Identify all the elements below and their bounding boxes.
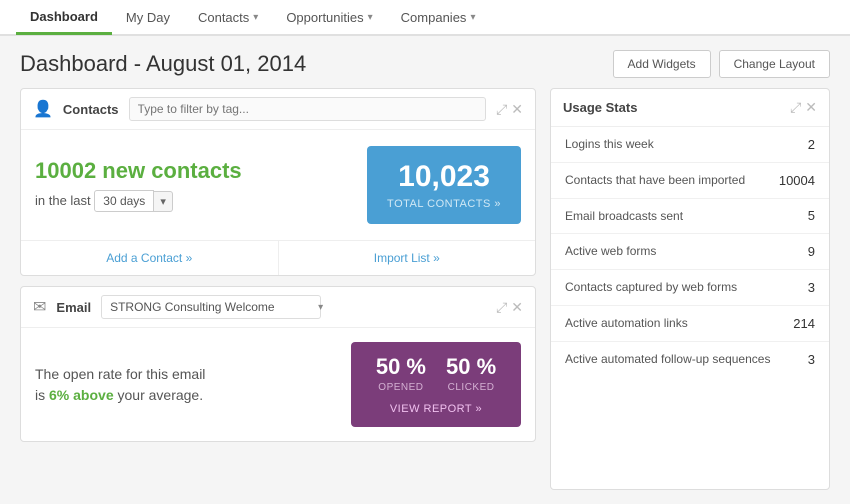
nav-dashboard[interactable]: Dashboard [16, 1, 112, 35]
nav-companies[interactable]: Companies ▾ [387, 2, 490, 33]
nav-myday[interactable]: My Day [112, 2, 184, 33]
days-dropdown-arrow[interactable]: ▾ [154, 191, 173, 212]
usage-stats-body: Logins this week 2 Contacts that have be… [551, 127, 829, 377]
total-contacts-number: 10,023 [387, 160, 501, 194]
expand-icon[interactable]: ⤢ [496, 299, 507, 316]
email-open-rate-text: The open rate for this email is 6% above… [35, 364, 335, 406]
usage-row-value: 3 [808, 352, 815, 367]
usage-row-label: Contacts that have been imported [565, 172, 779, 189]
usage-stats-row: Active web forms 9 [551, 234, 829, 270]
email-opened-pct: 50 % [376, 354, 426, 380]
email-widget-header: ✉ Email STRONG Consulting Welcome ▾ ⤢ ✕ [21, 287, 535, 328]
email-widget: ✉ Email STRONG Consulting Welcome ▾ ⤢ ✕ … [20, 286, 536, 442]
email-stats-row: 50 % OPENED 50 % CLICKED [361, 354, 511, 393]
usage-row-value: 2 [808, 137, 815, 152]
contacts-stats-left: 10002 new contacts in the last 30 days ▾ [35, 158, 353, 212]
email-clicked-label: CLICKED [446, 382, 496, 393]
usage-row-value: 3 [808, 280, 815, 295]
nav-opportunities[interactable]: Opportunities ▾ [272, 2, 386, 33]
contacts-widget-body: 10002 new contacts in the last 30 days ▾… [21, 130, 535, 240]
usage-row-label: Active automation links [565, 315, 793, 332]
usage-stats-row: Logins this week 2 [551, 127, 829, 163]
total-contacts-box[interactable]: 10,023 TOTAL CONTACTS » [367, 146, 521, 224]
total-contacts-label: TOTAL CONTACTS » [387, 198, 501, 210]
view-report-button[interactable]: VIEW REPORT » [390, 403, 482, 415]
usage-widget-controls: ⤢ ✕ [790, 99, 817, 116]
contacts-filter [129, 97, 487, 121]
top-navigation: Dashboard My Day Contacts ▾ Opportunitie… [0, 0, 850, 36]
usage-row-label: Contacts captured by web forms [565, 279, 808, 296]
email-widget-controls: ⤢ ✕ [496, 299, 523, 316]
tag-filter-input[interactable] [129, 97, 487, 121]
email-text-1: The open rate for this email [35, 366, 205, 382]
new-contacts-count: 10002 new contacts [35, 158, 353, 184]
email-select-wrapper: STRONG Consulting Welcome ▾ [101, 295, 331, 319]
email-text-3: your average. [118, 387, 204, 403]
contacts-widget-controls: ⤢ ✕ [496, 101, 523, 118]
usage-stats-row: Active automated follow-up sequences 3 [551, 342, 829, 377]
page-title: Dashboard - August 01, 2014 [20, 51, 306, 77]
change-layout-button[interactable]: Change Layout [719, 50, 830, 78]
contacts-widget-footer: Add a Contact » Import List » [21, 240, 535, 275]
contacts-widget-title: Contacts [63, 102, 119, 117]
contacts-widget: 👤 Contacts ⤢ ✕ 10002 new contacts in the… [20, 88, 536, 276]
email-opened-label: OPENED [376, 382, 426, 393]
usage-row-value: 10004 [779, 173, 815, 188]
usage-stats-row: Contacts captured by web forms 3 [551, 270, 829, 306]
nav-opportunities-label: Opportunities [286, 10, 363, 25]
add-contact-button[interactable]: Add a Contact » [21, 241, 279, 275]
usage-stats-title: Usage Stats [563, 100, 637, 115]
nav-contacts-label: Contacts [198, 10, 249, 25]
right-column: Usage Stats ⤢ ✕ Logins this week 2 Conta… [550, 88, 830, 490]
header-actions: Add Widgets Change Layout [613, 50, 830, 78]
chevron-down-icon: ▾ [253, 12, 258, 23]
add-widgets-button[interactable]: Add Widgets [613, 50, 711, 78]
usage-row-label: Email broadcasts sent [565, 208, 808, 225]
close-icon[interactable]: ✕ [805, 99, 817, 116]
contacts-icon: 👤 [33, 99, 53, 119]
email-opened-stat: 50 % OPENED [376, 354, 426, 393]
left-column: 👤 Contacts ⤢ ✕ 10002 new contacts in the… [20, 88, 536, 490]
close-icon[interactable]: ✕ [511, 299, 523, 316]
import-list-button[interactable]: Import List » [279, 241, 536, 275]
days-filter: 30 days ▾ [94, 190, 173, 212]
usage-stats-row: Active automation links 214 [551, 306, 829, 342]
close-icon[interactable]: ✕ [511, 101, 523, 118]
in-last-label: in the last [35, 193, 91, 208]
main-layout: 👤 Contacts ⤢ ✕ 10002 new contacts in the… [0, 88, 850, 504]
email-widget-title: Email [56, 300, 91, 315]
contacts-widget-header: 👤 Contacts ⤢ ✕ [21, 89, 535, 130]
usage-row-value: 5 [808, 208, 815, 223]
email-select[interactable]: STRONG Consulting Welcome [101, 295, 321, 319]
email-stats-box[interactable]: 50 % OPENED 50 % CLICKED VIEW REPORT » [351, 342, 521, 427]
page-header: Dashboard - August 01, 2014 Add Widgets … [0, 36, 850, 88]
days-input[interactable]: 30 days [94, 190, 154, 212]
expand-icon[interactable]: ⤢ [496, 101, 507, 118]
email-highlight: 6% above [49, 387, 114, 403]
usage-row-label: Logins this week [565, 136, 808, 153]
nav-contacts[interactable]: Contacts ▾ [184, 2, 272, 33]
expand-icon[interactable]: ⤢ [790, 99, 801, 116]
nav-companies-label: Companies [401, 10, 467, 25]
chevron-down-icon: ▾ [470, 12, 475, 23]
email-text-2: is [35, 387, 45, 403]
email-clicked-stat: 50 % CLICKED [446, 354, 496, 393]
chevron-down-icon: ▾ [368, 12, 373, 23]
usage-row-value: 214 [793, 316, 815, 331]
usage-stats-header: Usage Stats ⤢ ✕ [551, 89, 829, 127]
nav-dashboard-label: Dashboard [30, 9, 98, 24]
usage-stats-row: Email broadcasts sent 5 [551, 199, 829, 235]
nav-myday-label: My Day [126, 10, 170, 25]
email-widget-body: The open rate for this email is 6% above… [21, 328, 535, 441]
usage-row-label: Active automated follow-up sequences [565, 351, 808, 368]
usage-row-label: Active web forms [565, 243, 808, 260]
new-contacts-sublabel: in the last 30 days ▾ [35, 186, 353, 212]
email-clicked-pct: 50 % [446, 354, 496, 380]
usage-stats-widget: Usage Stats ⤢ ✕ Logins this week 2 Conta… [550, 88, 830, 490]
email-icon: ✉ [33, 297, 46, 317]
usage-row-value: 9 [808, 244, 815, 259]
usage-stats-row: Contacts that have been imported 10004 [551, 163, 829, 199]
